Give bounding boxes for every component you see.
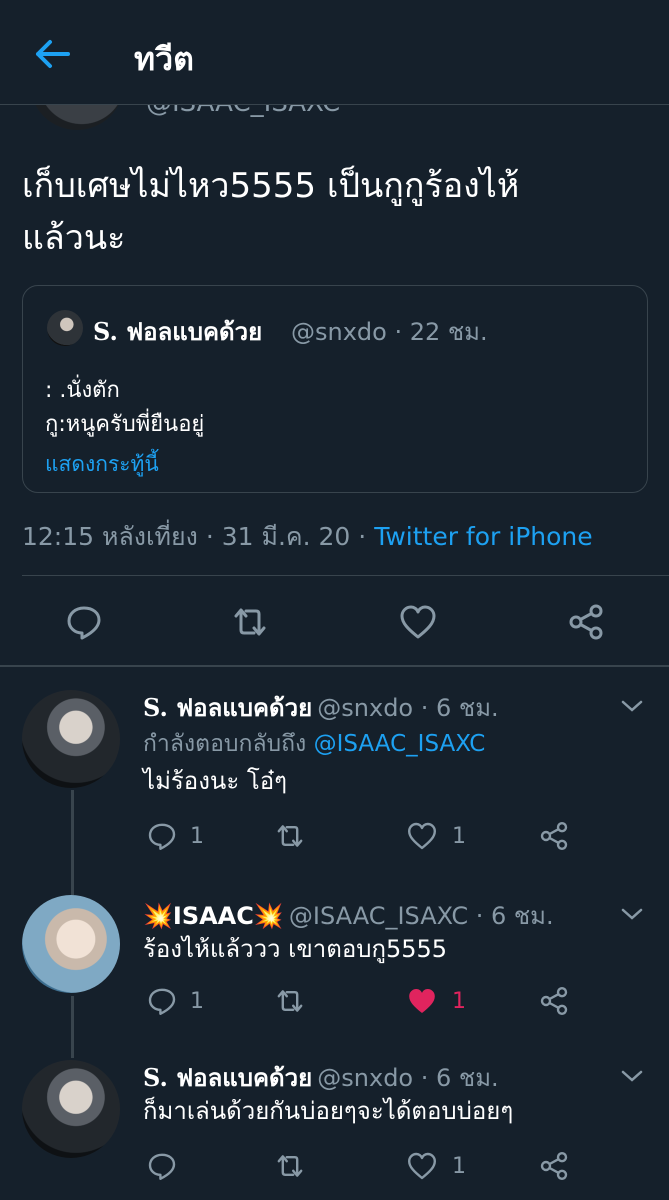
reply-avatar[interactable] [22,895,120,993]
tweet-text: เก็บเศษไม่ไหว5555 เป็นกูกูร้องไห้ แล้วนะ [22,160,642,264]
like-count: 1 [452,989,466,1014]
replying-to: กำลังตอบกลับถึง @ISAAC_ISAXC [143,726,485,762]
burst-emoji-icon: 💥 [143,901,173,930]
reply-count: 1 [190,989,204,1014]
source-link[interactable]: Twitter for iPhone [374,522,592,551]
like-count: 1 [452,1154,466,1179]
back-arrow-icon[interactable] [32,36,72,72]
section-divider [0,665,669,667]
burst-emoji-icon: 💥 [253,901,284,930]
page-title: ทวีต [134,40,194,78]
tweet-text-line: เก็บเศษไม่ไหว5555 เป็นกูกูร้องไห้ [22,166,520,206]
quoted-meta: @snxdo · 22 ชม. [291,318,488,346]
thread-line [71,996,74,1058]
quoted-avatar [47,310,83,346]
like-icon[interactable] [406,820,438,852]
chevron-down-icon[interactable] [620,1068,644,1084]
reply-icon[interactable] [146,985,178,1017]
reply-icon[interactable] [64,602,104,642]
share-icon[interactable] [538,820,570,852]
quoted-text-line: : .นั่งตัก [45,378,120,403]
reply-text: ร้องไห้แล้ววว เขาตอบกู5555 [143,935,448,963]
reply-count: 1 [190,824,204,849]
divider [22,575,669,576]
reply-icon[interactable] [146,1150,178,1182]
retweet-icon[interactable] [230,602,270,642]
reply-meta: @ISAAC_ISAXC · 6 ชม. [288,902,554,930]
thread-line [71,790,74,895]
reply-author-name[interactable]: S. ฟอลแบคด้วย [143,1063,312,1092]
tweet-timestamp: 12:15 หลังเที่ยง · 31 มี.ค. 20 · Twitter… [22,517,593,557]
quoted-tweet[interactable]: S. ฟอลแบคด้วย @snxdo · 22 ชม. : .นั่งตัก… [22,285,648,493]
reply-header: S. ฟอลแบคด้วย @snxdo · 6 ชม. [143,688,499,727]
reply-author-name[interactable]: S. ฟอลแบคด้วย [143,693,312,722]
retweet-icon[interactable] [274,985,306,1017]
like-count: 1 [452,824,466,849]
tweet-text-line: แล้วนะ [22,218,126,258]
chevron-down-icon[interactable] [620,906,644,922]
reply-avatar[interactable] [22,690,120,788]
reply-icon[interactable] [146,820,178,852]
liked-heart-icon[interactable] [406,985,438,1017]
like-icon[interactable] [398,602,438,642]
retweet-icon[interactable] [274,1150,306,1182]
timestamp-text: 12:15 หลังเที่ยง · 31 มี.ค. 20 · [22,522,375,551]
share-icon[interactable] [538,1150,570,1182]
chevron-down-icon[interactable] [620,698,644,714]
quoted-author-name: S. ฟอลแบคด้วย [93,317,263,346]
reply-text: ไม่ร้องนะ โอ๋ๆ [143,767,288,795]
replying-to-label: กำลังตอบกลับถึง [143,731,314,757]
retweet-icon[interactable] [274,820,306,852]
top-bar: ทวีต [0,0,669,105]
reply-header: S. ฟอลแบคด้วย @snxdo · 6 ชม. [143,1058,499,1097]
reply-meta: @snxdo · 6 ชม. [317,1064,499,1092]
mention-link[interactable]: @ISAAC_ISAXC [314,731,486,757]
reply-header: 💥ISAAC💥 @ISAAC_ISAXC · 6 ชม. [143,896,554,935]
show-thread-link[interactable]: แสดงกระทู้นี้ [45,448,159,481]
like-icon[interactable] [406,1150,438,1182]
reply-text: ก็มาเล่นด้วยกันบ่อยๆจะได้ตอบบ่อยๆ [143,1097,514,1125]
share-icon[interactable] [538,985,570,1017]
quoted-text-line: กู:หนูครับพี่ยืนอยู่ [45,412,205,437]
share-icon[interactable] [566,602,606,642]
reply-author-name[interactable]: ISAAC [173,902,254,930]
reply-meta: @snxdo · 6 ชม. [317,694,499,722]
reply-avatar[interactable] [22,1060,120,1158]
